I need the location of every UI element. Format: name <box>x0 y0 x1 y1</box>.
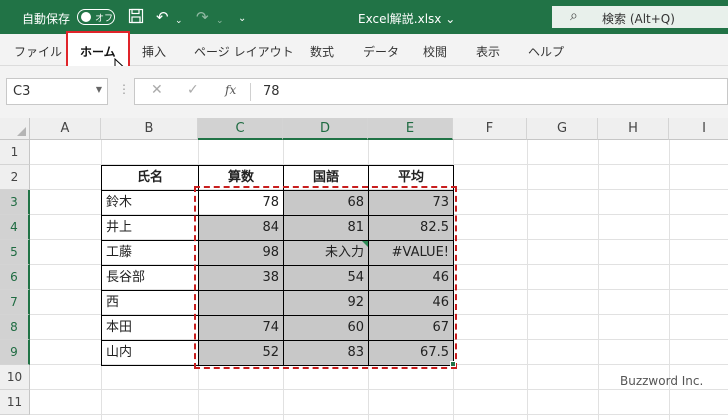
tab-home[interactable]: ホーム <box>80 43 116 60</box>
score-cell[interactable]: 84 <box>198 215 283 240</box>
name-cell[interactable]: 本田 <box>101 315 198 340</box>
row-header-1[interactable]: 1 <box>0 140 30 165</box>
gridline-vertical <box>527 140 528 420</box>
search-box[interactable]: ⌕ 検索 (Alt+Q) <box>552 6 728 28</box>
score-cell[interactable]: 60 <box>283 315 368 340</box>
row-header-5[interactable]: 5 <box>0 240 30 265</box>
column-header-g[interactable]: G <box>527 118 598 140</box>
score-cell[interactable] <box>198 290 283 315</box>
name-box[interactable]: C3 ▼ <box>6 78 108 105</box>
column-header-e[interactable]: E <box>368 118 453 140</box>
select-all-corner[interactable] <box>0 118 30 140</box>
customize-toolbar-icon[interactable]: ⌄ <box>238 10 246 28</box>
score-cell[interactable]: 98 <box>198 240 283 265</box>
column-header-a[interactable]: A <box>30 118 101 140</box>
search-icon: ⌕ <box>570 8 578 24</box>
column-header-c[interactable]: C <box>198 118 283 140</box>
formula-input[interactable]: ✕ ✓ fx 78 <box>134 78 728 105</box>
title-bar: 自動保存 オフ ↶ ⌄ ↷ ⌄ ⌄ Excel解説.xlsx ⌄ ⌕ 検索 (A… <box>0 0 728 34</box>
name-box-value: C3 <box>13 84 31 99</box>
tab-view[interactable]: 表示 <box>476 43 500 60</box>
score-cell[interactable]: 92 <box>283 290 368 315</box>
score-cell[interactable]: 83 <box>283 340 368 365</box>
column-header-i[interactable]: I <box>669 118 728 140</box>
score-cell[interactable]: 74 <box>198 315 283 340</box>
redo-dropdown-icon[interactable]: ⌄ <box>216 12 224 30</box>
gridline-horizontal <box>30 414 728 415</box>
name-box-dropdown-icon[interactable]: ▼ <box>96 85 102 94</box>
row-header-8[interactable]: 8 <box>0 315 30 340</box>
score-cell[interactable]: 67 <box>368 315 453 340</box>
cancel-icon[interactable]: ✕ <box>151 82 163 98</box>
gridline-vertical <box>598 140 599 420</box>
table-header-cell[interactable]: 算数 <box>198 165 283 190</box>
score-cell[interactable]: 未入力 <box>283 240 368 265</box>
table-header-cell[interactable]: 氏名 <box>101 165 198 190</box>
insert-function-icon[interactable]: fx <box>225 83 236 97</box>
worksheet-grid[interactable]: A B C D E F G H I 1 2 3 4 5 6 7 8 9 10 11 氏名 算数 国語 平均 鈴木 78 68 73 井上… <box>0 118 728 420</box>
name-cell[interactable]: 鈴木 <box>101 190 198 215</box>
undo-icon[interactable]: ↶ <box>156 8 169 26</box>
redo-icon[interactable]: ↷ <box>196 8 209 26</box>
undo-dropdown-icon[interactable]: ⌄ <box>175 12 183 30</box>
row-header-3[interactable]: 3 <box>0 190 30 215</box>
tab-page-layout[interactable]: ページ レイアウト <box>194 43 294 60</box>
tab-insert[interactable]: 挿入 <box>142 43 166 60</box>
name-cell[interactable]: 井上 <box>101 215 198 240</box>
splitter-handle-icon[interactable]: ⋮ <box>118 82 130 96</box>
score-cell[interactable]: 82.5 <box>368 215 453 240</box>
score-cell[interactable]: 46 <box>368 290 453 315</box>
name-cell[interactable]: 長谷部 <box>101 265 198 290</box>
score-cell[interactable]: 46 <box>368 265 453 290</box>
score-cell[interactable]: 38 <box>198 265 283 290</box>
select-all-triangle-icon <box>17 127 26 136</box>
autosave-toggle[interactable]: オフ <box>77 9 115 25</box>
name-cell[interactable]: 西 <box>101 290 198 315</box>
formula-separator <box>250 83 251 101</box>
score-cell[interactable]: #VALUE! <box>368 240 453 265</box>
tab-data[interactable]: データ <box>363 43 399 60</box>
row-header-2[interactable]: 2 <box>0 165 30 190</box>
error-indicator-icon[interactable] <box>362 241 368 247</box>
score-cell[interactable]: 81 <box>283 215 368 240</box>
table-header-cell[interactable]: 平均 <box>368 165 453 190</box>
tab-formulas[interactable]: 数式 <box>310 43 334 60</box>
formula-value[interactable]: 78 <box>263 84 280 99</box>
row-header-9[interactable]: 9 <box>0 340 30 365</box>
toggle-knob <box>81 12 91 22</box>
enter-icon[interactable]: ✓ <box>187 82 199 98</box>
score-cell[interactable]: 54 <box>283 265 368 290</box>
score-cell[interactable]: 78 <box>198 190 283 215</box>
watermark: Buzzword Inc. <box>620 374 704 388</box>
score-cell[interactable]: 52 <box>198 340 283 365</box>
save-icon[interactable] <box>128 8 144 28</box>
tab-help[interactable]: ヘルプ <box>528 43 564 60</box>
column-header-d[interactable]: D <box>283 118 368 140</box>
row-header-10[interactable]: 10 <box>0 365 30 390</box>
gridline-horizontal <box>30 389 728 390</box>
gridline-vertical <box>453 140 454 420</box>
row-header-6[interactable]: 6 <box>0 265 30 290</box>
score-cell[interactable]: 67.5 <box>368 340 453 365</box>
score-cell[interactable]: 73 <box>368 190 453 215</box>
autosave-state: オフ <box>95 14 114 24</box>
column-header-b[interactable]: B <box>101 118 198 140</box>
tab-file[interactable]: ファイル <box>14 43 62 60</box>
row-header-7[interactable]: 7 <box>0 290 30 315</box>
name-cell[interactable]: 山内 <box>101 340 198 365</box>
table-header-cell[interactable]: 国語 <box>283 165 368 190</box>
document-title[interactable]: Excel解説.xlsx ⌄ <box>358 10 455 27</box>
column-header-h[interactable]: H <box>598 118 669 140</box>
fill-handle[interactable] <box>450 361 456 367</box>
autosave-label: 自動保存 <box>22 12 71 26</box>
column-header-f[interactable]: F <box>453 118 527 140</box>
search-placeholder: 検索 (Alt+Q) <box>602 12 675 26</box>
row-header-11[interactable]: 11 <box>0 390 30 415</box>
score-cell[interactable]: 68 <box>283 190 368 215</box>
row-header-4[interactable]: 4 <box>0 215 30 240</box>
name-cell[interactable]: 工藤 <box>101 240 198 265</box>
tab-review[interactable]: 校閲 <box>423 43 447 60</box>
formula-bar-row: C3 ▼ ⋮ ✕ ✓ fx 78 <box>0 66 728 118</box>
